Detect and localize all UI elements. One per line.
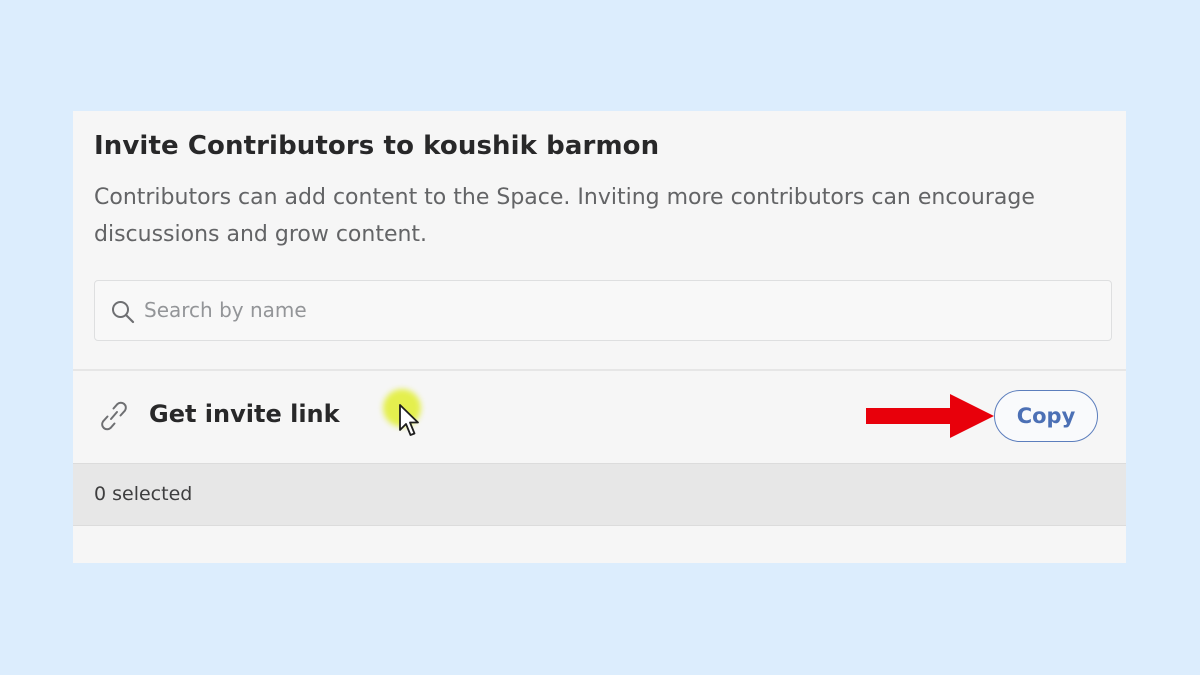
invite-link-label: Get invite link [149,400,340,428]
selection-status-bar: 0 selected [73,463,1126,526]
search-field[interactable] [94,280,1112,341]
copy-invite-link-button[interactable]: Copy [994,390,1098,442]
search-icon [110,299,136,325]
search-input[interactable] [144,282,1084,338]
invite-contributors-dialog: Invite Contributors to koushik barmon Co… [73,111,1126,563]
mouse-cursor-icon [398,403,422,439]
arrow-right-icon [866,394,994,438]
link-icon [98,399,130,433]
dialog-title: Invite Contributors to koushik barmon [94,131,660,161]
dialog-description: Contributors can add content to the Spac… [94,185,1035,247]
selected-count: 0 selected [94,483,193,505]
invite-link-row: Get invite link Copy [73,371,1126,463]
